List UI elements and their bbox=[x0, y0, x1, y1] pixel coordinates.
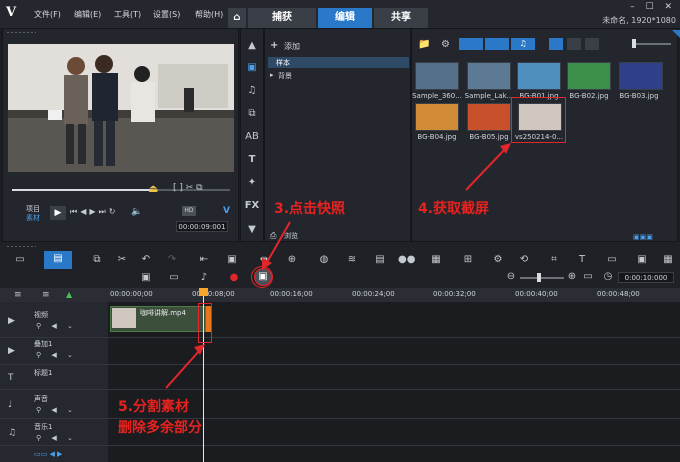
annotation-step5-line1: 5.分割素材 bbox=[118, 399, 190, 415]
annotation-step5-line2: 删除多余部分 bbox=[118, 420, 202, 436]
annotation-step4: 4.获取截屏 bbox=[418, 201, 490, 217]
annotation-arrows bbox=[165, 143, 511, 389]
annotation-step3: 3.点击快照 bbox=[274, 201, 346, 217]
